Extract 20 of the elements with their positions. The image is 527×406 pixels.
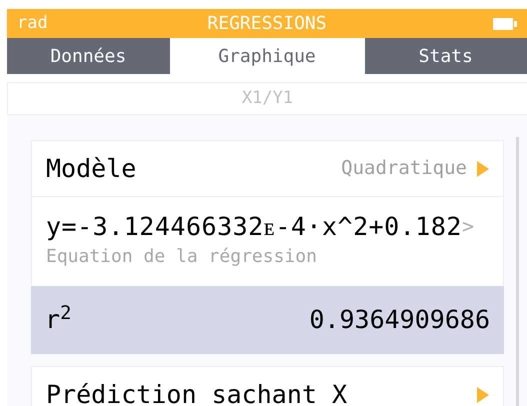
triangle-right-icon (477, 386, 489, 402)
app-title: REGRESSIONS (207, 12, 327, 36)
battery-icon (493, 18, 517, 30)
row-value: 0.9364909686 (309, 304, 490, 336)
equation-caption: Equation de la régression (46, 244, 318, 268)
equation-row[interactable]: y=-3.124466332ᴇ-4·x^2+0.182> Equation de la régression (31, 197, 504, 286)
angle-mode: rad (17, 12, 48, 35)
menu-row[interactable]: Prédiction sachant X (31, 366, 504, 406)
row-label: r$^{2}$ (45, 302, 72, 336)
tab[interactable]: Graphique (170, 38, 364, 74)
menu-row[interactable]: Modèle Quadratique (31, 140, 504, 197)
triangle-right-icon (477, 160, 489, 176)
row-value: Quadratique (341, 156, 467, 182)
row-label: Modèle (46, 156, 136, 181)
result-row[interactable]: r$^{2}$ 0.9364909686 (31, 286, 504, 354)
scrollbar[interactable] (516, 137, 519, 406)
more-indicator: > (462, 216, 474, 236)
equation-text: y=-3.124466332ᴇ-4·x^2+0.182 (46, 214, 462, 238)
series-title: X1/Y1 (242, 86, 294, 110)
row-label: Prédiction sachant X (46, 382, 348, 406)
